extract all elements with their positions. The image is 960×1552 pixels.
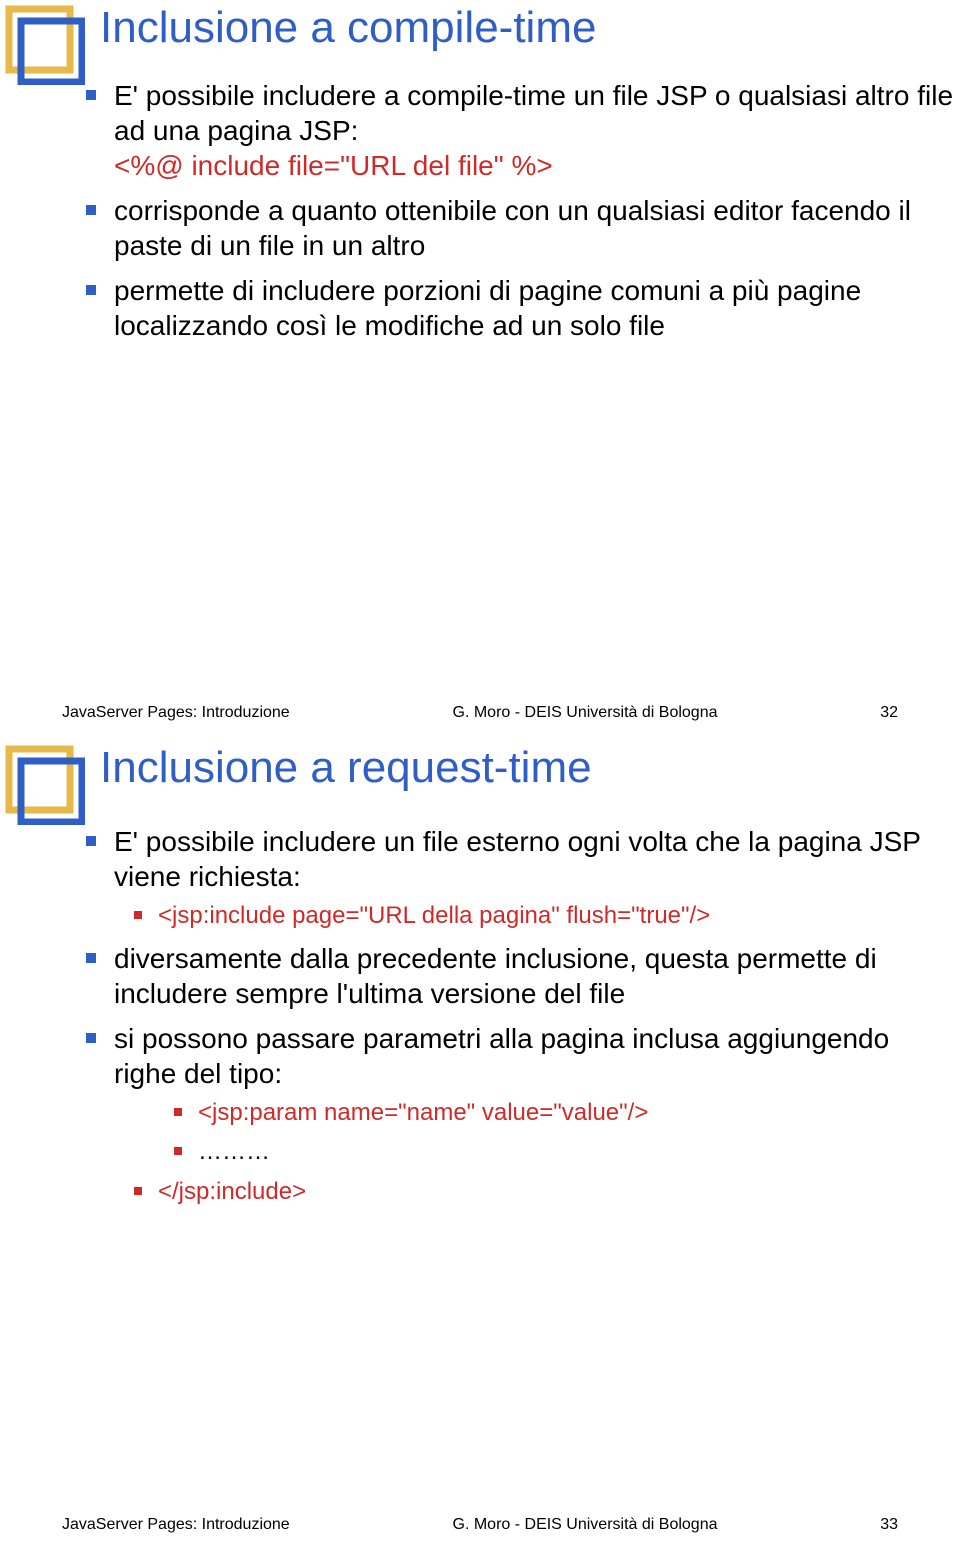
sub-item: <jsp:param name="name" value="value"/> — [114, 1097, 958, 1128]
bullet-text: diversamente dalla precedente inclusione… — [114, 943, 877, 1009]
footer-left: JavaServer Pages: Introduzione — [62, 1516, 322, 1534]
footer-page: 33 — [848, 1516, 898, 1534]
bullet-icon — [86, 836, 96, 846]
footer-page: 32 — [848, 704, 898, 722]
slide-1: Inclusione a compile-time E' possibile i… — [0, 0, 960, 740]
bullet-icon — [86, 953, 96, 963]
sub-item: </jsp:include> — [114, 1176, 958, 1207]
bullet-icon — [174, 1108, 182, 1116]
sub-item: ……… — [114, 1136, 958, 1167]
bullet-text: permette di includere porzioni di pagine… — [114, 275, 861, 341]
slide-title: Inclusione a compile-time — [100, 4, 940, 52]
list-item: corrisponde a quanto ottenibile con un q… — [68, 193, 958, 263]
footer-left: JavaServer Pages: Introduzione — [62, 704, 322, 722]
bullet-list: E' possibile includere un file esterno o… — [68, 824, 958, 1217]
code-text: ……… — [198, 1138, 270, 1165]
code-text: <%@ include file="URL del file" %> — [114, 150, 553, 181]
slide-title: Inclusione a request-time — [100, 744, 940, 792]
bullet-icon — [134, 1187, 142, 1195]
list-item: E' possibile includere un file esterno o… — [68, 824, 958, 931]
bullet-icon — [86, 90, 96, 100]
slide-footer: JavaServer Pages: Introduzione G. Moro -… — [62, 1516, 898, 1534]
corner-decor — [0, 740, 85, 825]
corner-decor — [0, 0, 85, 85]
bullet-icon — [86, 285, 96, 295]
list-item: E' possibile includere a compile-time un… — [68, 78, 958, 183]
sub-list: <jsp:include page="URL della pagina" flu… — [114, 900, 958, 931]
code-text: <jsp:include page="URL della pagina" flu… — [158, 902, 710, 929]
slide-2: Inclusione a request-time E' possibile i… — [0, 740, 960, 1552]
bullet-text: corrisponde a quanto ottenibile con un q… — [114, 195, 911, 261]
slide-footer: JavaServer Pages: Introduzione G. Moro -… — [62, 704, 898, 722]
footer-center: G. Moro - DEIS Università di Bologna — [322, 704, 848, 722]
bullet-list: E' possibile includere a compile-time un… — [68, 78, 958, 353]
list-item: permette di includere porzioni di pagine… — [68, 273, 958, 343]
code-text: </jsp:include> — [158, 1178, 306, 1205]
footer-center: G. Moro - DEIS Università di Bologna — [322, 1516, 848, 1534]
sub-item: <jsp:include page="URL della pagina" flu… — [114, 900, 958, 931]
bullet-icon — [134, 911, 142, 919]
list-item: si possono passare parametri alla pagina… — [68, 1021, 958, 1207]
code-text: <jsp:param name="name" value="value"/> — [198, 1099, 648, 1126]
bullet-icon — [86, 1033, 96, 1043]
bullet-icon — [174, 1147, 182, 1155]
bullet-icon — [86, 205, 96, 215]
list-item: diversamente dalla precedente inclusione… — [68, 941, 958, 1011]
bullet-text: E' possibile includere un file esterno o… — [114, 826, 920, 892]
sub-list: <jsp:param name="name" value="value"/> …… — [114, 1097, 958, 1207]
bullet-text: E' possibile includere a compile-time un… — [114, 80, 953, 146]
bullet-text: si possono passare parametri alla pagina… — [114, 1023, 889, 1089]
